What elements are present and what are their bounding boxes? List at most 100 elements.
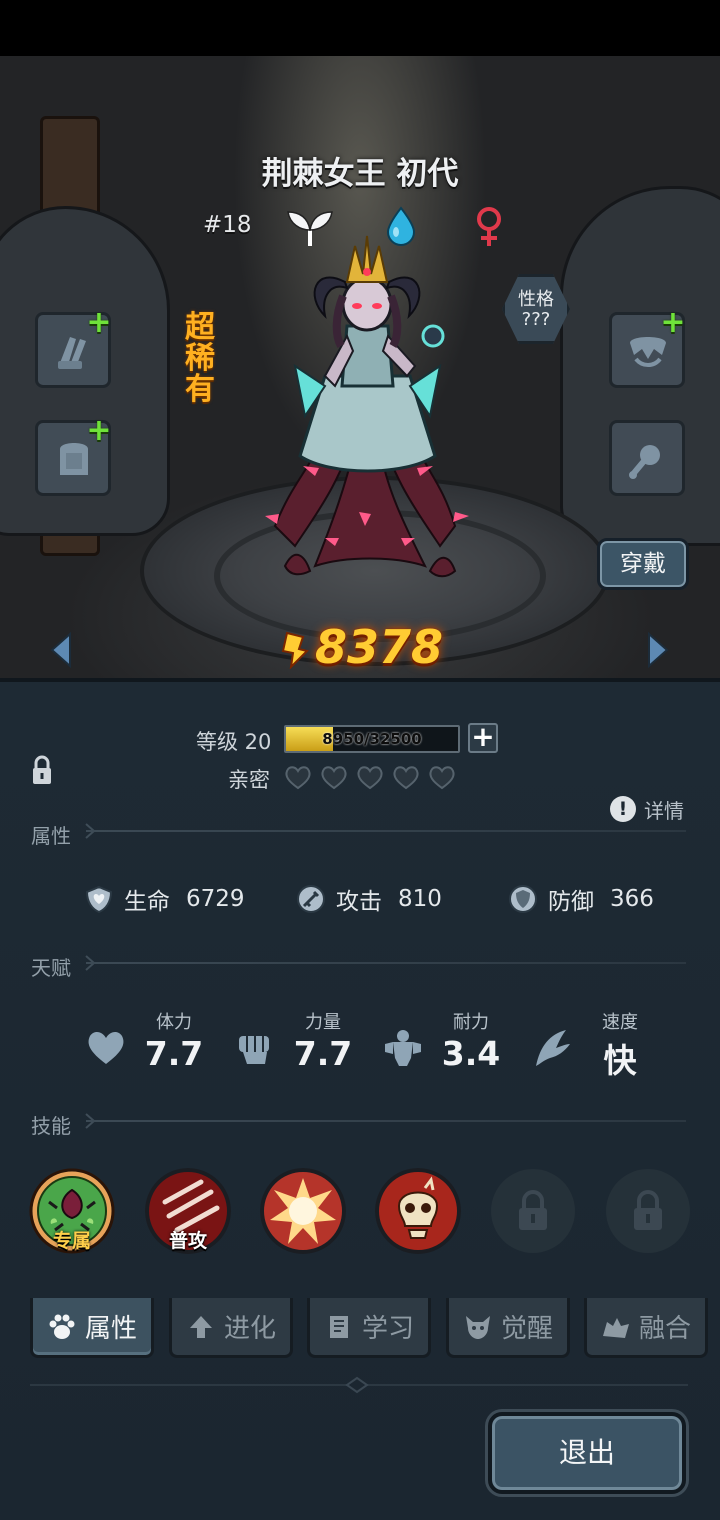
level-label: 等级 20 (196, 730, 272, 754)
stat-value: 810 (398, 886, 442, 912)
tab-fusion[interactable]: 融合 (584, 1298, 708, 1358)
talent-value: 3.4 (441, 1034, 501, 1073)
stat-hp: 生命 6729 (84, 883, 245, 915)
divider-ornament-icon (345, 1376, 369, 1394)
exit-button[interactable]: 退出 (488, 1412, 686, 1494)
paw-icon (49, 1314, 75, 1339)
add-equipment-plus-icon: + (86, 305, 112, 340)
tab-awaken[interactable]: 觉醒 (446, 1298, 570, 1358)
tab-label: 融合 (638, 1314, 691, 1344)
xp-text: 8950/32500 (322, 730, 422, 748)
combat-power: 8378 (0, 620, 720, 674)
skill-slot-4[interactable] (375, 1168, 461, 1254)
talent-label: 体力 (156, 1012, 192, 1033)
section-title-skills: 技能 (31, 1114, 71, 1138)
equip-slot-armor[interactable]: + (35, 413, 112, 496)
equip-slot-weapon[interactable]: + (35, 305, 112, 388)
arrow-up-icon (189, 1315, 212, 1338)
detail-button[interactable]: ! 详情 (610, 794, 684, 824)
shield-icon (509, 885, 537, 913)
thorn-queen-character-art (265, 235, 469, 578)
book-icon (329, 1315, 348, 1338)
add-equipment-plus-icon: + (660, 305, 686, 340)
skull-skill-icon (375, 1168, 461, 1254)
intimacy-heart-icon (357, 766, 383, 790)
skill-slot-1[interactable]: 专属 (29, 1168, 115, 1254)
talent-value: 快 (603, 1041, 637, 1080)
skill-slot-2[interactable]: 普攻 (145, 1168, 231, 1254)
character-scene: 荆棘女王 初代 #18 超稀有 性格 ??? + + + 穿戴 8378 (0, 56, 720, 678)
stat-defense: 防御 366 (508, 883, 654, 915)
intimacy-heart-icon (429, 766, 455, 790)
character-name: 荆棘女王 初代 (261, 156, 459, 192)
section-title-attributes: 属性 (31, 824, 71, 848)
equip-slot-accessory[interactable]: + (609, 305, 686, 388)
power-fist-icon (281, 631, 309, 669)
stat-label: 防御 (548, 889, 594, 915)
stat-attack: 攻击 810 (296, 883, 442, 915)
intimacy-heart-icon (321, 766, 347, 790)
meat-bone-icon (629, 445, 660, 479)
intimacy-heart-icon (285, 766, 311, 790)
tab-learn[interactable]: 学习 (307, 1298, 431, 1358)
sword-icon (297, 885, 325, 913)
wing-icon (536, 1030, 570, 1066)
beast-head-icon (465, 1315, 490, 1339)
personality-label: 性格 (518, 289, 554, 310)
talent-endurance: 耐力 3.4 (381, 1008, 521, 1078)
bottom-tabs: 属性 进化 学习 觉醒 融合 (30, 1298, 710, 1360)
character-number: #18 (203, 212, 252, 238)
intimacy-heart-icon (393, 766, 419, 790)
talent-value: 7.7 (144, 1034, 204, 1073)
power-value: 8378 (314, 620, 444, 674)
lock-icon (491, 1169, 575, 1253)
status-bar (0, 0, 720, 56)
info-panel: 等级 20 8950/32500 + 亲密 ! 详情 属性 生命 6729 攻击… (0, 678, 720, 1520)
skill-tag: 专属 (52, 1230, 91, 1252)
stat-value: 366 (610, 886, 654, 912)
talent-label: 耐力 (453, 1012, 489, 1033)
talent-stamina: 体力 7.7 (84, 1008, 224, 1078)
detail-label: 详情 (644, 798, 684, 823)
fusion-icon (602, 1317, 629, 1338)
stat-label: 生命 (124, 889, 170, 915)
talent-speed: 速度 快 (530, 1008, 670, 1080)
fist-icon (239, 1036, 269, 1064)
section-divider (86, 962, 686, 964)
heart-icon (88, 1032, 124, 1064)
lock-icon (606, 1169, 690, 1253)
add-xp-button[interactable]: + (468, 723, 498, 753)
skill-slot-3[interactable] (260, 1168, 346, 1254)
info-exclamation-icon: ! (610, 796, 636, 822)
skill-slot-5-locked[interactable] (490, 1168, 576, 1254)
skill-slot-6-locked[interactable] (605, 1168, 691, 1254)
heart-shield-icon (85, 885, 113, 914)
intimacy-label: 亲密 (228, 768, 270, 792)
tab-label: 觉醒 (500, 1314, 553, 1344)
stat-value: 6729 (186, 886, 245, 912)
skill-tag: 普攻 (168, 1230, 207, 1252)
tab-label: 学习 (361, 1314, 414, 1344)
talent-value: 7.7 (293, 1034, 353, 1073)
section-divider (86, 1120, 686, 1122)
stat-label: 攻击 (336, 889, 382, 915)
add-equipment-plus-icon: + (86, 413, 112, 448)
section-title-talents: 天赋 (31, 956, 71, 980)
talent-strength: 力量 7.7 (233, 1008, 373, 1078)
equip-slot-food[interactable] (609, 420, 685, 496)
intimacy-hearts (284, 764, 456, 790)
explosion-skill-icon (260, 1168, 346, 1254)
lock-icon[interactable] (30, 754, 54, 786)
muscle-icon (385, 1030, 421, 1066)
xp-progress-bar: 8950/32500 (284, 725, 460, 753)
tab-label: 属性 (84, 1314, 137, 1344)
talent-label: 力量 (305, 1012, 341, 1033)
talent-label: 速度 (602, 1012, 638, 1033)
tab-label: 进化 (223, 1314, 276, 1344)
rarity-label: 超稀有 (185, 310, 215, 407)
tab-attributes[interactable]: 属性 (30, 1298, 154, 1358)
personality-value: ??? (521, 309, 551, 330)
equip-button[interactable]: 穿戴 (597, 538, 689, 590)
section-divider (86, 830, 686, 832)
tab-evolve[interactable]: 进化 (169, 1298, 293, 1358)
